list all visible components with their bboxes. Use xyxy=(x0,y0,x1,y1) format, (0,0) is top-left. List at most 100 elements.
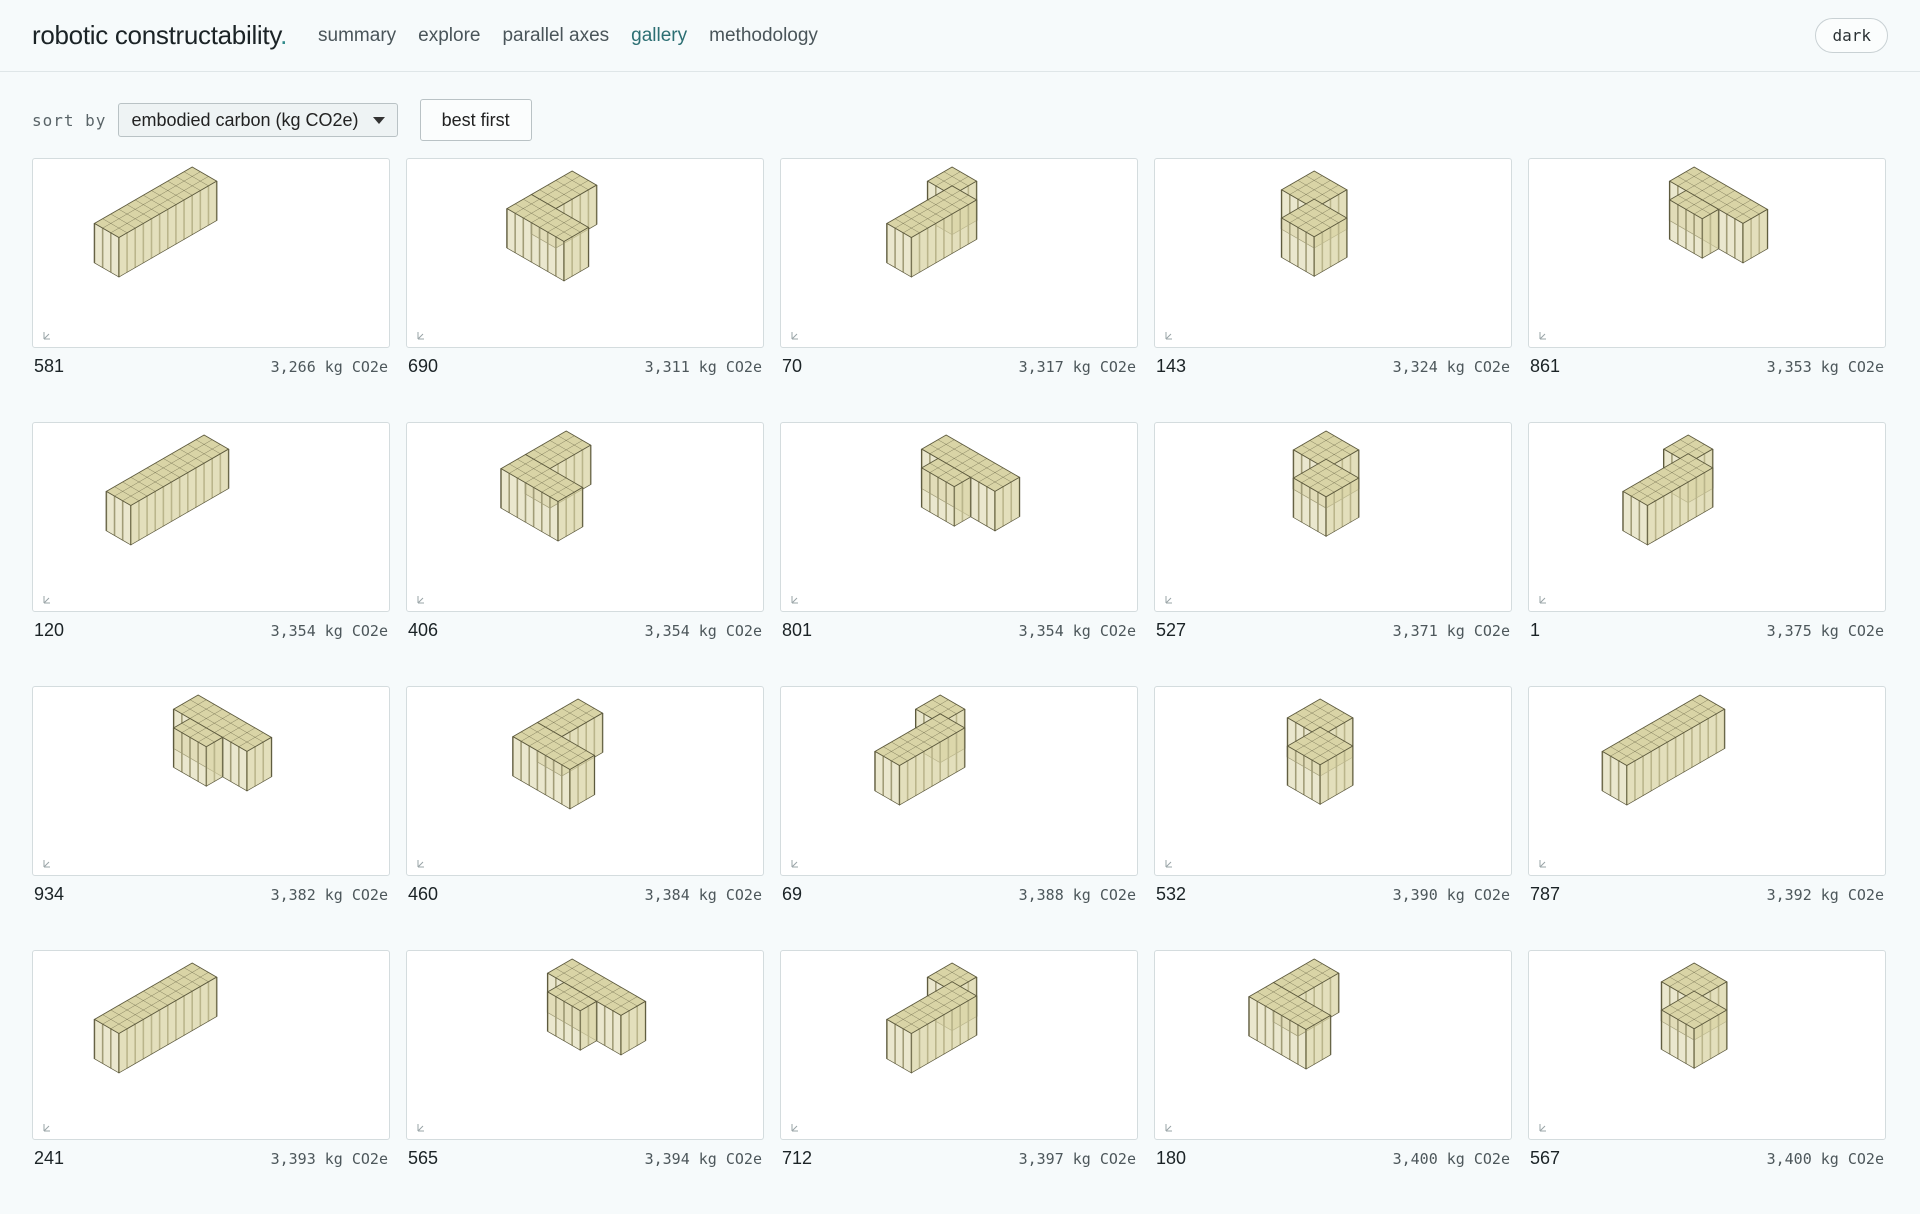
building-model-render xyxy=(1286,698,1354,805)
sort-order-button[interactable]: best first xyxy=(419,99,532,141)
design-thumbnail[interactable] xyxy=(1528,950,1886,1140)
design-thumbnail[interactable] xyxy=(1154,686,1512,876)
building-model-render xyxy=(1660,962,1728,1069)
nav-methodology[interactable]: methodology xyxy=(698,25,829,47)
building-model-render xyxy=(886,962,978,1074)
app-title[interactable]: robotic constructability. xyxy=(32,20,287,51)
nav-gallery[interactable]: gallery xyxy=(620,25,698,47)
design-thumbnail[interactable] xyxy=(780,950,1138,1140)
embodied-carbon-value: 3,324 kg CO2e xyxy=(1392,357,1510,376)
gallery-card[interactable]: 406 3,354 kg CO2e xyxy=(406,422,764,686)
building-model-render xyxy=(1292,430,1360,537)
gallery-card[interactable]: 934 3,382 kg CO2e xyxy=(32,686,390,950)
design-thumbnail[interactable] xyxy=(780,686,1138,876)
design-thumbnail[interactable] xyxy=(406,158,764,348)
embodied-carbon-value: 3,397 kg CO2e xyxy=(1018,1149,1136,1168)
design-thumbnail[interactable] xyxy=(406,950,764,1140)
gallery-controls: sort by embodied carbon (kg CO2e) best f… xyxy=(0,72,1920,158)
chevron-down-icon xyxy=(372,116,385,124)
axis-gizmo-icon xyxy=(791,860,798,868)
card-meta: 527 3,371 kg CO2e xyxy=(1154,612,1512,641)
design-id: 180 xyxy=(1156,1148,1187,1168)
building-model-render xyxy=(1622,434,1714,546)
design-id: 861 xyxy=(1530,356,1561,376)
gallery-card[interactable]: 712 3,397 kg CO2e xyxy=(780,950,1138,1214)
gallery-card[interactable]: 527 3,371 kg CO2e xyxy=(1154,422,1512,686)
design-thumbnail[interactable] xyxy=(780,158,1138,348)
design-thumbnail[interactable] xyxy=(406,422,764,612)
gallery-card[interactable]: 143 3,324 kg CO2e xyxy=(1154,158,1512,422)
design-id: 690 xyxy=(408,356,439,376)
building-model-render xyxy=(886,166,978,278)
building-model-render xyxy=(874,694,966,806)
gallery-card[interactable]: 581 3,266 kg CO2e xyxy=(32,158,390,422)
axis-gizmo-icon xyxy=(43,1124,50,1132)
axis-gizmo-icon xyxy=(791,332,798,340)
design-id: 787 xyxy=(1530,884,1561,904)
design-thumbnail[interactable] xyxy=(1528,158,1886,348)
design-id: 801 xyxy=(782,620,813,640)
gallery-card[interactable]: 787 3,392 kg CO2e xyxy=(1528,686,1886,950)
sort-select[interactable]: embodied carbon (kg CO2e) xyxy=(118,103,398,137)
design-thumbnail[interactable] xyxy=(1528,686,1886,876)
design-id: 120 xyxy=(34,620,65,640)
design-id: 460 xyxy=(408,884,439,904)
gallery-card[interactable]: 120 3,354 kg CO2e xyxy=(32,422,390,686)
gallery-card[interactable]: 532 3,390 kg CO2e xyxy=(1154,686,1512,950)
card-meta: 690 3,311 kg CO2e xyxy=(406,348,764,377)
card-meta: 69 3,388 kg CO2e xyxy=(780,876,1138,905)
gallery-card[interactable]: 70 3,317 kg CO2e xyxy=(780,158,1138,422)
gallery-card[interactable]: 69 3,388 kg CO2e xyxy=(780,686,1138,950)
building-model-render xyxy=(1280,170,1348,277)
card-meta: 406 3,354 kg CO2e xyxy=(406,612,764,641)
embodied-carbon-value: 3,317 kg CO2e xyxy=(1018,357,1136,376)
design-id: 143 xyxy=(1156,356,1187,376)
axis-gizmo-icon xyxy=(1165,332,1172,340)
building-model-render xyxy=(93,962,218,1074)
design-id: 241 xyxy=(34,1148,65,1168)
nav-explore[interactable]: explore xyxy=(407,25,491,47)
gallery-card[interactable]: 180 3,400 kg CO2e xyxy=(1154,950,1512,1214)
design-thumbnail[interactable] xyxy=(32,686,390,876)
nav-summary[interactable]: summary xyxy=(307,25,407,47)
embodied-carbon-value: 3,311 kg CO2e xyxy=(644,357,762,376)
card-meta: 567 3,400 kg CO2e xyxy=(1528,1140,1886,1169)
embodied-carbon-value: 3,371 kg CO2e xyxy=(1392,621,1510,640)
app-title-text: robotic constructability xyxy=(32,20,281,50)
design-thumbnail[interactable] xyxy=(406,686,764,876)
design-thumbnail[interactable] xyxy=(32,950,390,1140)
embodied-carbon-value: 3,388 kg CO2e xyxy=(1018,885,1136,904)
axis-gizmo-icon xyxy=(417,860,424,868)
card-meta: 787 3,392 kg CO2e xyxy=(1528,876,1886,905)
design-thumbnail[interactable] xyxy=(780,422,1138,612)
gallery-card[interactable]: 690 3,311 kg CO2e xyxy=(406,158,764,422)
card-meta: 143 3,324 kg CO2e xyxy=(1154,348,1512,377)
design-thumbnail[interactable] xyxy=(1154,422,1512,612)
sort-select-value: embodied carbon (kg CO2e) xyxy=(131,109,359,130)
axis-gizmo-icon xyxy=(1539,1124,1546,1132)
gallery-card[interactable]: 801 3,354 kg CO2e xyxy=(780,422,1138,686)
card-meta: 934 3,382 kg CO2e xyxy=(32,876,390,905)
gallery-card[interactable]: 460 3,384 kg CO2e xyxy=(406,686,764,950)
design-thumbnail[interactable] xyxy=(1154,158,1512,348)
nav-parallel-axes[interactable]: parallel axes xyxy=(491,25,620,47)
axis-gizmo-icon xyxy=(1165,1124,1172,1132)
gallery-card[interactable]: 241 3,393 kg CO2e xyxy=(32,950,390,1214)
card-meta: 70 3,317 kg CO2e xyxy=(780,348,1138,377)
gallery-card[interactable]: 565 3,394 kg CO2e xyxy=(406,950,764,1214)
embodied-carbon-value: 3,354 kg CO2e xyxy=(270,621,388,640)
design-id: 406 xyxy=(408,620,439,640)
card-meta: 861 3,353 kg CO2e xyxy=(1528,348,1886,377)
design-thumbnail[interactable] xyxy=(1154,950,1512,1140)
main-nav: summary explore parallel axes gallery me… xyxy=(307,25,829,47)
dark-mode-toggle[interactable]: dark xyxy=(1815,18,1888,53)
axis-gizmo-icon xyxy=(417,1124,424,1132)
design-thumbnail[interactable] xyxy=(1528,422,1886,612)
gallery-card[interactable]: 1 3,375 kg CO2e xyxy=(1528,422,1886,686)
card-meta: 581 3,266 kg CO2e xyxy=(32,348,390,377)
gallery-card[interactable]: 567 3,400 kg CO2e xyxy=(1528,950,1886,1214)
embodied-carbon-value: 3,382 kg CO2e xyxy=(270,885,388,904)
gallery-card[interactable]: 861 3,353 kg CO2e xyxy=(1528,158,1886,422)
design-thumbnail[interactable] xyxy=(32,158,390,348)
design-thumbnail[interactable] xyxy=(32,422,390,612)
